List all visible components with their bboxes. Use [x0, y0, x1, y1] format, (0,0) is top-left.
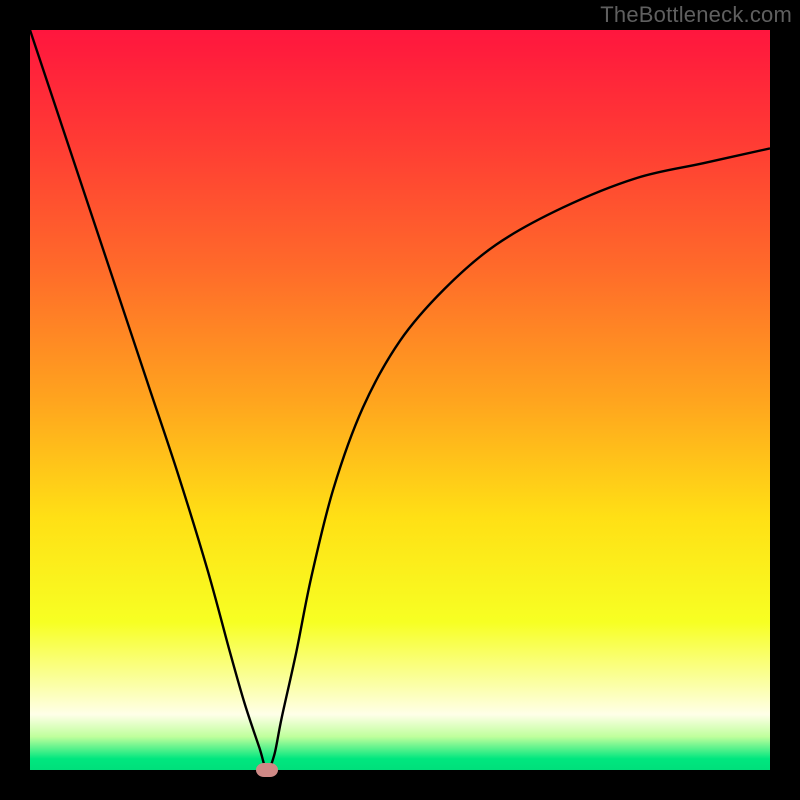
optimal-point-marker — [256, 763, 278, 777]
chart-frame: TheBottleneck.com — [0, 0, 800, 800]
attribution-text: TheBottleneck.com — [600, 2, 792, 28]
plot-svg — [30, 30, 770, 770]
plot-area — [30, 30, 770, 770]
gradient-background — [30, 30, 770, 770]
